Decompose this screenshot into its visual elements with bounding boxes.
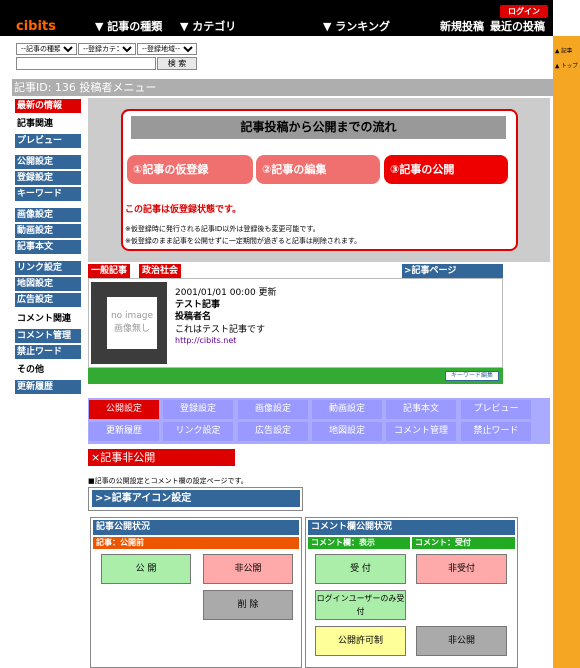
menu-article-body[interactable]: 記事本文 [15, 240, 81, 254]
publish-button[interactable]: 公 開 [101, 554, 191, 584]
side-link-article[interactable]: ▲ 記事 [555, 47, 572, 55]
search-input[interactable] [16, 57, 156, 70]
tab-registration-settings[interactable]: 登録設定 [163, 400, 233, 419]
tab-update-history[interactable]: 更新履歴 [89, 422, 159, 441]
menu-heading-comment: コメント関連 [17, 314, 72, 324]
menu-heading-article: 記事関連 [17, 119, 54, 129]
accept-comments-button[interactable]: 受 付 [315, 554, 406, 584]
no-image-placeholder: no image 画像無し [107, 297, 157, 349]
nav-category[interactable]: ▼ カテゴリ [180, 18, 236, 34]
article-type-select[interactable]: --記事の種類-- [16, 43, 77, 55]
menu-comment-management[interactable]: コメント管理 [15, 329, 81, 343]
region-select[interactable]: --登録地域-- [137, 43, 197, 55]
tab-banned-words[interactable]: 禁止ワード [461, 422, 531, 441]
keyword-edit-button[interactable]: キーワード編集 [445, 371, 499, 381]
nav-recent-posts[interactable]: 最近の投稿 [490, 18, 545, 34]
article-private-banner: ×記事非公開 [88, 449, 235, 466]
flow-note: ※仮登録時に発行される記事ID以外は登録後も変更可能です。 [125, 225, 320, 233]
menu-ad-settings[interactable]: 広告設定 [15, 293, 81, 307]
tag-general-article[interactable]: 一般記事 [88, 264, 131, 278]
logged-in-only-button[interactable]: ログインユーザーのみ受付 [315, 590, 406, 620]
nav-article-type[interactable]: ▼ 記事の種類 [95, 18, 162, 34]
step-edit-article: ②記事の編集 [256, 155, 380, 184]
publish-status-sub: 記事：公開前 [93, 537, 299, 549]
flow-title: 記事投稿から公開までの流れ [131, 116, 506, 139]
article-page-link[interactable]: >記事ページ [402, 264, 503, 278]
right-side-strip [553, 36, 580, 668]
publish-panel-title: 記事公開状況 [93, 520, 299, 535]
step-provisional-registration: ①記事の仮登録 [127, 155, 253, 184]
settings-tab-grid: 公開設定 登録設定 画像設定 動画設定 記事本文 プレビュー 更新履歴 リンク設… [88, 398, 550, 444]
menu-heading-other: その他 [17, 365, 45, 375]
keyword-bar [88, 368, 503, 384]
approval-required-button[interactable]: 公開許可制 [315, 626, 406, 656]
comment-accept-sub: コメント：受付 [412, 537, 515, 549]
icon-settings-link[interactable]: >>記事アイコン設定 [92, 490, 300, 507]
side-link-top[interactable]: ▲ トップ [555, 62, 578, 70]
nav-ranking[interactable]: ▼ ランキング [323, 18, 390, 34]
comment-panel-title: コメント欄公開状況 [308, 520, 515, 535]
menu-video-settings[interactable]: 動画設定 [15, 224, 81, 238]
menu-banned-words[interactable]: 禁止ワード [15, 345, 81, 359]
nav-new-post[interactable]: 新規投稿 [440, 18, 484, 34]
site-logo[interactable]: cibits [16, 19, 56, 34]
article-author: 投稿者名 [175, 312, 212, 322]
tab-ad-settings[interactable]: 広告設定 [238, 422, 308, 441]
menu-update-history[interactable]: 更新履歴 [15, 380, 81, 394]
menu-latest-info[interactable]: 最新の情報 [15, 99, 81, 113]
tab-video-settings[interactable]: 動画設定 [312, 400, 382, 419]
tab-image-settings[interactable]: 画像設定 [238, 400, 308, 419]
page-description: ■記事の公開設定とコメント欄の設定ページです。 [88, 477, 248, 485]
menu-map-settings[interactable]: 地図設定 [15, 277, 81, 291]
no-image-text-jp: 画像無し [113, 324, 150, 334]
menu-link-settings[interactable]: リンク設定 [15, 261, 81, 275]
unpublish-button[interactable]: 非公開 [203, 554, 293, 584]
provisional-warning: この記事は仮登録状態です。 [125, 205, 242, 215]
search-button[interactable]: 検 索 [157, 57, 197, 70]
page-title: 記事ID: 136 投稿者メニュー [12, 79, 553, 96]
login-button[interactable]: ログイン [500, 5, 548, 18]
comment-display-sub: コメント欄：表示 [308, 537, 410, 549]
category-select[interactable]: --登録カテゴリー-- [78, 43, 136, 55]
tab-comment-management[interactable]: コメント管理 [386, 422, 456, 441]
tab-publish-settings[interactable]: 公開設定 [89, 400, 159, 419]
delete-button[interactable]: 削 除 [203, 590, 293, 620]
tag-politics-society[interactable]: 政治社会 [139, 264, 182, 278]
menu-publish-settings[interactable]: 公開設定 [15, 155, 81, 169]
menu-image-settings[interactable]: 画像設定 [15, 208, 81, 222]
menu-registration-settings[interactable]: 登録設定 [15, 171, 81, 185]
article-url[interactable]: http://cibits.net [175, 336, 236, 345]
tab-article-body[interactable]: 記事本文 [386, 400, 456, 419]
tab-link-settings[interactable]: リンク設定 [163, 422, 233, 441]
reject-comments-button[interactable]: 非受付 [416, 554, 507, 584]
flow-note: ※仮登録のまま記事を公開せずに一定期間が過ぎると記事は削除されます。 [125, 237, 362, 245]
menu-preview[interactable]: プレビュー [15, 134, 81, 148]
menu-keywords[interactable]: キーワード [15, 187, 81, 201]
comments-private-button[interactable]: 非公開 [416, 626, 507, 656]
tab-preview[interactable]: プレビュー [461, 400, 531, 419]
step-publish-article: ③記事の公開 [384, 155, 508, 184]
article-body: これはテスト記事です [175, 325, 266, 335]
no-image-text: no image [110, 311, 154, 321]
tab-map-settings[interactable]: 地図設定 [312, 422, 382, 441]
